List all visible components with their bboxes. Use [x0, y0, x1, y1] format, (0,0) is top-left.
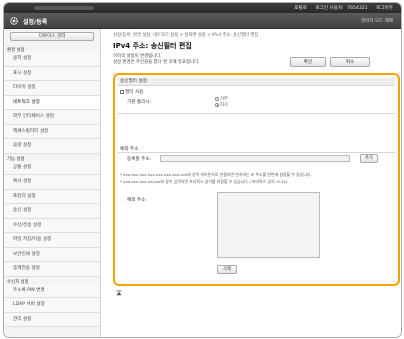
exception-address-list[interactable] — [217, 192, 320, 258]
delete-button[interactable]: 삭제 — [217, 265, 237, 274]
exit-admin-mode-link[interactable]: 관리자 모드 해제 — [361, 18, 393, 24]
sidebar-item[interactable]: 용지 설정 — [4, 52, 100, 67]
policy-allow-label: 허가 — [220, 103, 228, 108]
sidebar-section-heading: 환경 설정 — [7, 48, 25, 53]
page-title: IPv4 주소: 송신필터 편집 — [113, 42, 192, 50]
cancel-button[interactable]: 취소 — [330, 57, 370, 67]
login-user-value: 7654321 — [347, 6, 368, 11]
divider — [118, 152, 395, 153]
top-links: 포털로 로그인 사용자: 7654321 로그아웃 — [287, 5, 393, 11]
divider — [118, 113, 395, 114]
sidebar-section-heading: 수신처 설정 — [7, 279, 29, 285]
portal-link[interactable]: 포털로 — [294, 6, 307, 11]
sidebar: 디바이스 관리 환경 설정 용지 설정 표시 설정 타이머 설정 네트워크 설정 외부 인… — [4, 29, 101, 337]
sidebar-list: 환경 설정 용지 설정 표시 설정 타이머 설정 네트워크 설정 외부 인터페이스 설정 액… — [4, 45, 100, 327]
sidebar-item[interactable]: 액세스빌리티 설정 — [4, 124, 100, 139]
range-note: * xxx.xxx.xxx.xxx-xxx.xxx.xxx.xxx와 같이 하이… — [120, 172, 312, 177]
add-button[interactable]: 추가 — [360, 154, 378, 163]
browser-window: 포털로 로그인 사용자: 7654321 로그아웃 설정/등록 관리자 모드 해… — [3, 2, 402, 338]
device-manage-button[interactable]: 디바이스 관리 — [10, 32, 94, 41]
sidebar-section-heading: 기능 설정 — [7, 156, 25, 162]
sidebar-item[interactable]: 보안인쇄 설정 — [4, 247, 100, 262]
ok-button[interactable]: 확인 — [290, 57, 326, 67]
sidebar-item[interactable]: 수신/전송 설정 — [4, 218, 100, 233]
top-strip: 포털로 로그인 사용자: 7654321 로그아웃 — [4, 3, 401, 13]
info-text-2: 설정 변경은 주전원을 껐다 켠 후에 유효합니다. — [113, 60, 200, 65]
sidebar-item[interactable]: 표시 설정 — [4, 66, 100, 81]
use-filter-checkbox[interactable]: 필터 사용 — [120, 89, 143, 95]
header-bar: 설정/등록 관리자 모드 해제 — [4, 13, 401, 29]
policy-allow-radio[interactable]: 허가 — [215, 102, 228, 108]
address-bar — [34, 6, 94, 10]
exception-address-label: 예외 주소: — [127, 198, 147, 203]
header-title: 설정/등록 — [23, 19, 48, 26]
logout-link[interactable]: 로그아웃 — [376, 6, 393, 11]
main-content: 설정/등록: 환경 설정: 네트워크 설정 > 방화벽 설정 > IPv4 주소… — [106, 29, 401, 337]
login-user-label: 로그인 사용자: — [315, 6, 344, 11]
back-to-top-icon[interactable] — [116, 290, 122, 296]
radio-reject-dot[interactable] — [215, 97, 219, 101]
sidebar-item[interactable]: 프린터 설정 — [4, 189, 100, 204]
sidebar-item[interactable]: 중계전송 설정 — [4, 262, 100, 277]
sidebar-item[interactable]: 외부 인터페이스 설정 — [4, 110, 100, 125]
sidebar-item[interactable]: 관리 설정 — [4, 312, 100, 327]
sidebar-item[interactable]: 네트워크 설정 — [4, 95, 100, 110]
default-policy-label: 기본 폴리시: — [127, 100, 152, 105]
checkbox-box[interactable] — [120, 90, 124, 94]
sidebar-item[interactable]: LDAP 서버 설정 — [4, 298, 100, 313]
sidebar-item[interactable]: 파일 저장/이용 설정 — [4, 233, 100, 248]
address-input[interactable] — [160, 155, 350, 162]
sidebar-item[interactable]: 타이머 설정 — [4, 81, 100, 96]
sidebar-item[interactable]: 주소록 PIN 변경 — [4, 283, 100, 298]
prefix-note: * xxx.xxx.xxx.xxx/xx와 같이 입력하면 프리픽스 길이를 지… — [120, 179, 288, 184]
breadcrumb: 설정/등록: 환경 설정: 네트워크 설정 > 방화벽 설정 > IPv4 주소… — [113, 33, 259, 38]
sidebar-item[interactable]: 송신 설정 — [4, 204, 100, 219]
filter-settings-panel: 송신필터 설정 필터 사용 기본 폴리시: 거부 허가 예외 주소 등록할 주소… — [113, 73, 400, 286]
use-filter-label: 필터 사용 — [125, 90, 144, 95]
sidebar-item[interactable]: 공통 설정 — [4, 160, 100, 175]
radio-allow-dot[interactable] — [215, 103, 219, 107]
filter-section-header: 송신필터 설정 — [118, 78, 395, 86]
sidebar-item[interactable]: 복사 설정 — [4, 175, 100, 190]
register-address-label: 등록할 주소: — [127, 157, 152, 162]
settings-gear-icon — [10, 17, 18, 25]
sidebar-item[interactable]: 음량 설정 — [4, 139, 100, 154]
